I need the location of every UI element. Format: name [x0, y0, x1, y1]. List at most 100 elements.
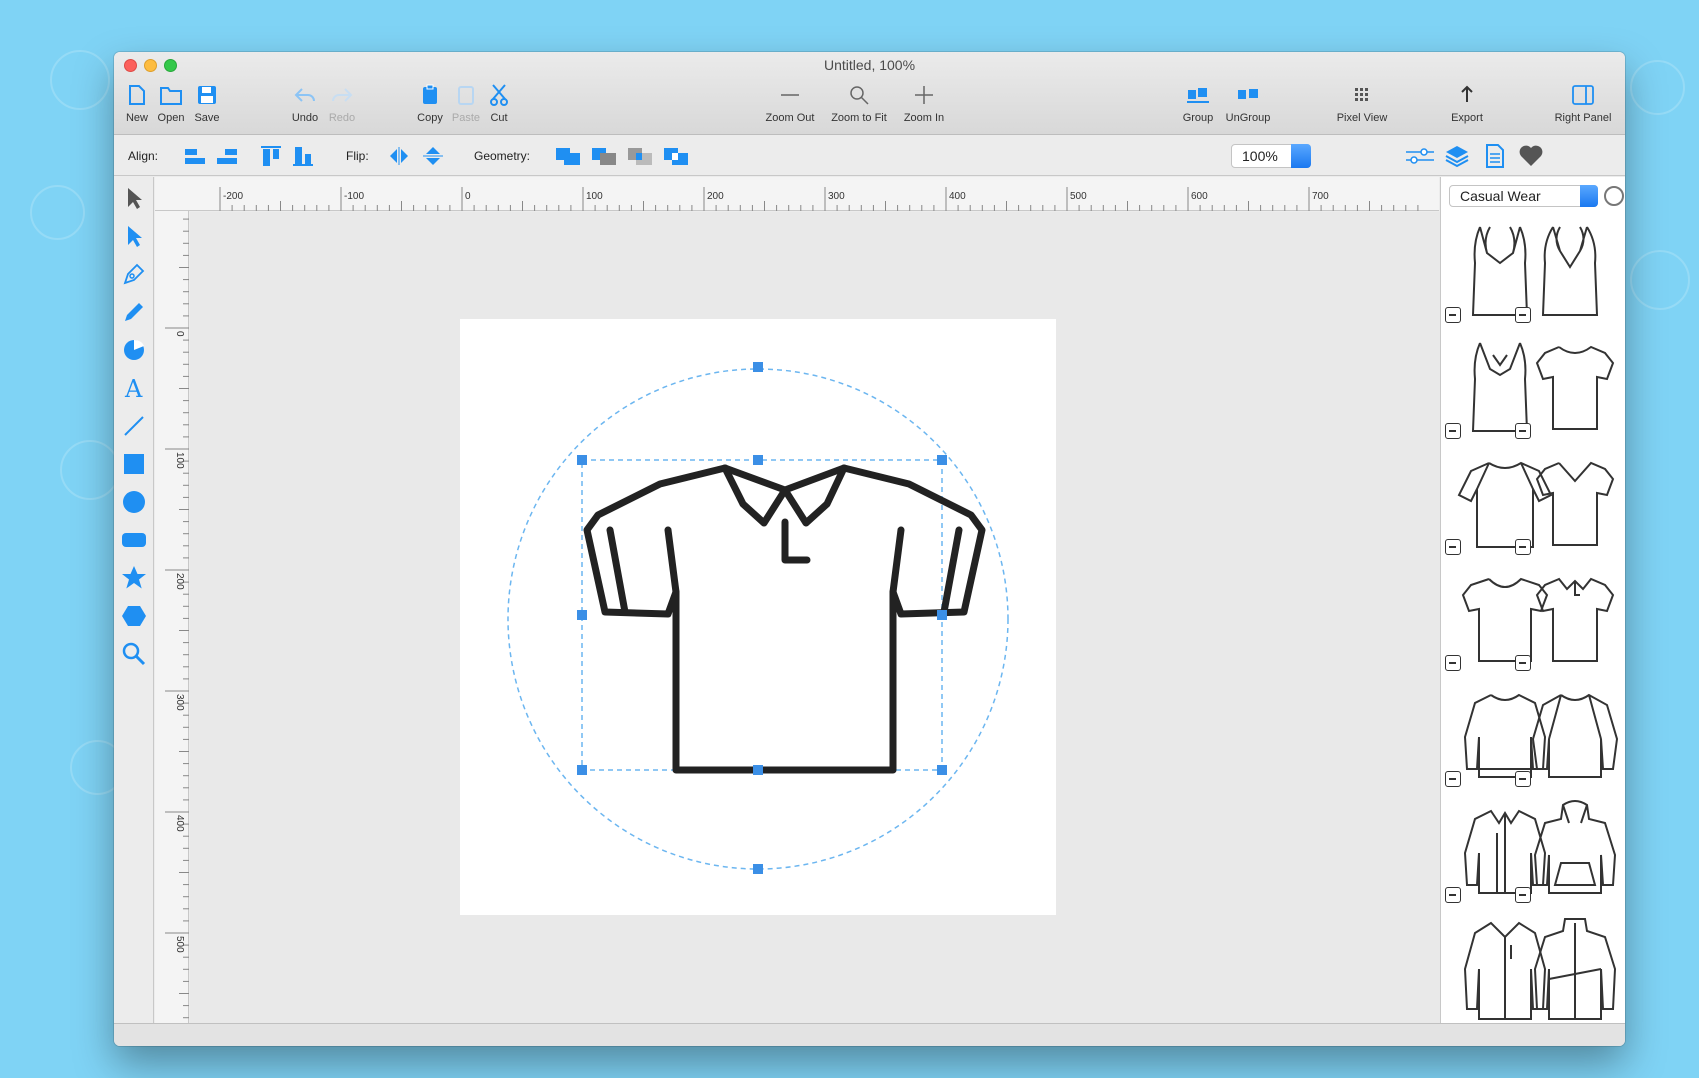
geometry-union-icon[interactable] [554, 144, 580, 168]
text-icon[interactable]: A [119, 373, 149, 403]
track-jacket-item[interactable] [1515, 909, 1625, 1027]
remove-item-icon[interactable] [1515, 307, 1531, 323]
ruler-tick-label: 400 [949, 191, 966, 202]
pen-icon[interactable] [119, 259, 149, 289]
sliders-icon[interactable] [1404, 144, 1436, 168]
flip-horizontal-icon[interactable] [386, 144, 412, 168]
new-button[interactable]: New [122, 82, 152, 130]
ruler-tick-label: 700 [1312, 191, 1329, 202]
zoom-in-icon [911, 82, 937, 108]
export-button[interactable]: Export [1442, 82, 1492, 130]
zoom-out-button[interactable]: Zoom Out [760, 82, 820, 130]
remove-item-icon[interactable] [1515, 423, 1531, 439]
ruler-tick-label: -200 [223, 191, 243, 202]
rounded-rect-icon[interactable] [119, 525, 149, 555]
gear-icon[interactable] [1604, 186, 1624, 206]
rectangle-icon[interactable] [119, 449, 149, 479]
tool-palette: A [114, 177, 154, 1023]
align-top-icon[interactable] [258, 144, 284, 168]
paste-button[interactable]: Paste [450, 82, 482, 130]
group-icon [1185, 82, 1211, 108]
background-decoration [30, 185, 85, 240]
pixel-grid-icon [1349, 82, 1375, 108]
arrow-select-icon[interactable] [119, 183, 149, 213]
heart-icon[interactable] [1518, 144, 1544, 168]
magnifier-icon[interactable] [119, 639, 149, 669]
drawing-canvas[interactable] [190, 212, 1440, 1023]
remove-item-icon[interactable] [1515, 771, 1531, 787]
zoom-stepper[interactable] [1291, 144, 1311, 168]
category-stepper[interactable] [1580, 185, 1598, 207]
polo-item[interactable] [1515, 561, 1625, 679]
remove-item-icon[interactable] [1515, 887, 1531, 903]
ruler-tick-label: 600 [1191, 191, 1208, 202]
ruler-tick-label: -100 [344, 191, 364, 202]
ruler-tick-label: 500 [1070, 191, 1087, 202]
line-icon[interactable] [119, 411, 149, 441]
undo-button[interactable]: Undo [287, 82, 323, 130]
layers-icon[interactable] [1444, 144, 1470, 168]
hexagon-icon[interactable] [119, 601, 149, 631]
circle-icon[interactable] [119, 487, 149, 517]
open-button[interactable]: Open [152, 82, 190, 130]
ruler-tick-label: 100 [174, 452, 185, 469]
ruler-tick-label: 300 [174, 694, 185, 711]
undo-label: Undo [291, 112, 319, 124]
ruler-tick-label: 0 [174, 331, 185, 337]
align-left-icon[interactable] [182, 144, 208, 168]
geometry-subtract-icon[interactable] [590, 144, 616, 168]
redo-button[interactable]: Redo [325, 82, 359, 130]
remove-item-icon[interactable] [1445, 887, 1461, 903]
align-right-icon[interactable] [214, 144, 240, 168]
geometry-exclude-icon[interactable] [662, 144, 688, 168]
remove-item-icon[interactable] [1445, 655, 1461, 671]
window-title: Untitled, 100% [823, 57, 916, 73]
remove-item-icon[interactable] [1515, 655, 1531, 671]
document-icon[interactable] [1482, 144, 1508, 168]
remove-item-icon[interactable] [1515, 539, 1531, 555]
remove-item-icon[interactable] [1445, 771, 1461, 787]
zoom-out-label: Zoom Out [765, 112, 815, 124]
star-icon[interactable] [119, 563, 149, 593]
ruler-tick-label: 200 [707, 191, 724, 202]
zoom-level-field[interactable]: 100% [1231, 144, 1311, 168]
status-bar [114, 1023, 1625, 1046]
direct-select-icon[interactable] [119, 221, 149, 251]
category-select[interactable]: Casual Wear [1449, 185, 1598, 207]
group-button[interactable]: Group [1178, 82, 1218, 130]
selected-shirt-artwork[interactable] [190, 212, 1440, 1023]
cut-button[interactable]: Cut [486, 82, 512, 130]
secondary-toolbar: Align: Flip: Geometry: 100% [114, 136, 1625, 176]
ungroup-button[interactable]: UnGroup [1220, 82, 1276, 130]
ruler-tick-label: 200 [174, 573, 185, 590]
pencil-icon[interactable] [119, 297, 149, 327]
export-icon [1454, 82, 1480, 108]
remove-item-icon[interactable] [1445, 423, 1461, 439]
open-folder-icon [158, 82, 184, 108]
ungroup-icon [1235, 82, 1261, 108]
redo-label: Redo [328, 112, 356, 124]
zoom-to-fit-button[interactable]: Zoom to Fit [824, 82, 894, 130]
tank-top-v-item[interactable] [1515, 213, 1625, 331]
pixel-view-button[interactable]: Pixel View [1329, 82, 1395, 130]
remove-item-icon[interactable] [1445, 539, 1461, 555]
geometry-intersect-icon[interactable] [626, 144, 652, 168]
zoom-in-label: Zoom In [903, 112, 945, 124]
horizontal-ruler-ticks: -200 -100 0 100 200 300 400 500 600 700 [219, 187, 1419, 211]
right-panel-button[interactable]: Right Panel [1548, 82, 1618, 130]
flip-vertical-icon[interactable] [420, 144, 446, 168]
copy-button[interactable]: Copy [414, 82, 446, 130]
shape-builder-icon[interactable] [119, 335, 149, 365]
app-window: Untitled, 100% New Open Save Undo Redo C… [114, 52, 1625, 1046]
save-button[interactable]: Save [192, 82, 222, 130]
vneck-tshirt-item[interactable] [1515, 445, 1625, 563]
tshirt-item[interactable] [1515, 329, 1625, 447]
raglan-sweatshirt-item[interactable] [1515, 677, 1625, 795]
background-decoration [50, 50, 110, 110]
hoodie-item[interactable] [1515, 793, 1625, 911]
remove-item-icon[interactable] [1445, 307, 1461, 323]
align-bottom-icon[interactable] [290, 144, 316, 168]
copy-icon [417, 82, 443, 108]
zoom-in-button[interactable]: Zoom In [898, 82, 950, 130]
paste-icon [453, 82, 479, 108]
